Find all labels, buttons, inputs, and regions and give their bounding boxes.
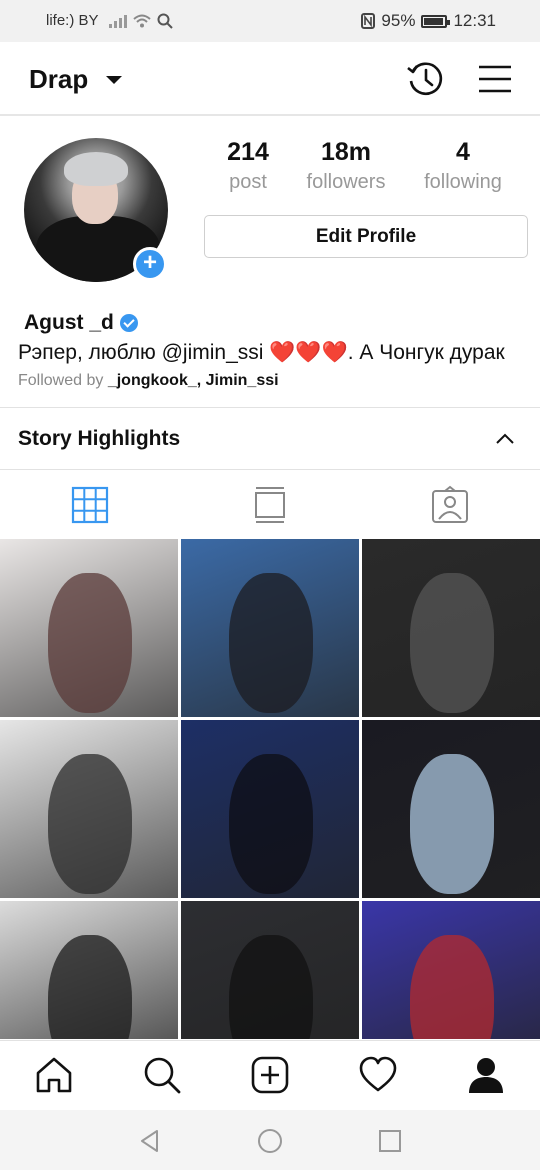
home-icon[interactable]	[34, 1055, 74, 1095]
profile-name-row: Agust _d	[24, 311, 138, 335]
avatar-hair	[64, 152, 128, 186]
recents-icon[interactable]	[377, 1128, 403, 1154]
status-right: 95% 12:31	[361, 11, 496, 31]
post-thumbnail[interactable]	[181, 720, 359, 898]
tagged-icon[interactable]	[430, 485, 470, 525]
story-highlights-label[interactable]: Story Highlights	[18, 427, 180, 451]
wifi-icon	[132, 14, 151, 27]
menu-icon[interactable]	[478, 64, 512, 94]
post-thumbnail[interactable]	[362, 901, 540, 1039]
stat-posts[interactable]: 214 post	[212, 138, 284, 194]
search-icon[interactable]	[142, 1055, 182, 1095]
profile-header: Drap	[0, 42, 540, 116]
post-thumbnail[interactable]	[0, 539, 178, 717]
post-subject	[229, 935, 313, 1039]
history-icon[interactable]	[405, 59, 445, 99]
system-nav	[0, 1110, 540, 1170]
followers-count: 18m	[320, 138, 372, 166]
post-thumbnail[interactable]	[362, 539, 540, 717]
followed-by-names[interactable]: _jongkook_, Jimin_ssi	[108, 372, 279, 389]
followed-by[interactable]: Followed by _jongkook_, Jimin_ssi	[18, 372, 279, 390]
post-subject	[410, 935, 494, 1039]
grid-icon[interactable]	[70, 485, 110, 525]
post-subject	[229, 754, 313, 894]
posts-label: post	[229, 171, 267, 193]
posts-count: 214	[227, 138, 269, 166]
post-thumbnail[interactable]	[181, 539, 359, 717]
profile-icon[interactable]	[466, 1055, 506, 1095]
post-thumbnail[interactable]	[181, 901, 359, 1039]
profile-name: Agust _d	[24, 311, 114, 334]
home-circle-icon[interactable]	[257, 1128, 283, 1154]
verified-badge-icon	[119, 314, 138, 332]
post-thumbnail[interactable]	[362, 720, 540, 898]
search-status-icon	[157, 13, 173, 29]
following-label: following	[424, 171, 502, 193]
nfc-icon	[361, 13, 376, 29]
post-subject	[48, 935, 132, 1039]
feed-icon[interactable]	[250, 485, 290, 525]
clock: 12:31	[453, 11, 496, 30]
post-subject	[48, 573, 132, 713]
posts-grid	[0, 539, 540, 1039]
post-subject	[410, 754, 494, 894]
battery-icon	[421, 14, 451, 28]
post-subject	[48, 754, 132, 894]
dropdown-caret-icon	[106, 75, 123, 84]
stat-followers[interactable]: 18m followers	[296, 138, 396, 194]
stat-following[interactable]: 4 following	[414, 138, 512, 194]
signal-icon	[108, 14, 127, 28]
chevron-up-icon[interactable]	[496, 432, 514, 444]
profile-bio: Рэпер, люблю @jimin_ssi ❤️❤️❤️. А Чонгук…	[18, 341, 505, 364]
battery-percent: 95%	[381, 11, 416, 30]
add-story-icon[interactable]: +	[133, 247, 167, 281]
post-subject	[229, 573, 313, 713]
divider	[0, 407, 540, 408]
back-icon[interactable]	[137, 1128, 163, 1154]
status-left: life:) BY	[46, 12, 173, 29]
following-count: 4	[456, 138, 470, 166]
activity-heart-icon[interactable]	[358, 1055, 398, 1095]
bottom-nav	[0, 1040, 540, 1110]
edit-profile-button[interactable]: Edit Profile	[204, 215, 528, 258]
carrier-label: life:) BY	[46, 12, 99, 29]
post-subject	[410, 573, 494, 713]
new-post-icon[interactable]	[250, 1055, 290, 1095]
followers-label: followers	[306, 171, 386, 193]
divider	[0, 469, 540, 470]
account-switcher[interactable]: Drap	[29, 64, 123, 95]
header-username: Drap	[29, 64, 89, 94]
status-bar: life:) BY 95% 12:31	[0, 0, 540, 42]
post-thumbnail[interactable]	[0, 720, 178, 898]
battery-fill	[424, 17, 444, 25]
followed-by-prefix: Followed by	[18, 372, 108, 389]
post-thumbnail[interactable]	[0, 901, 178, 1039]
